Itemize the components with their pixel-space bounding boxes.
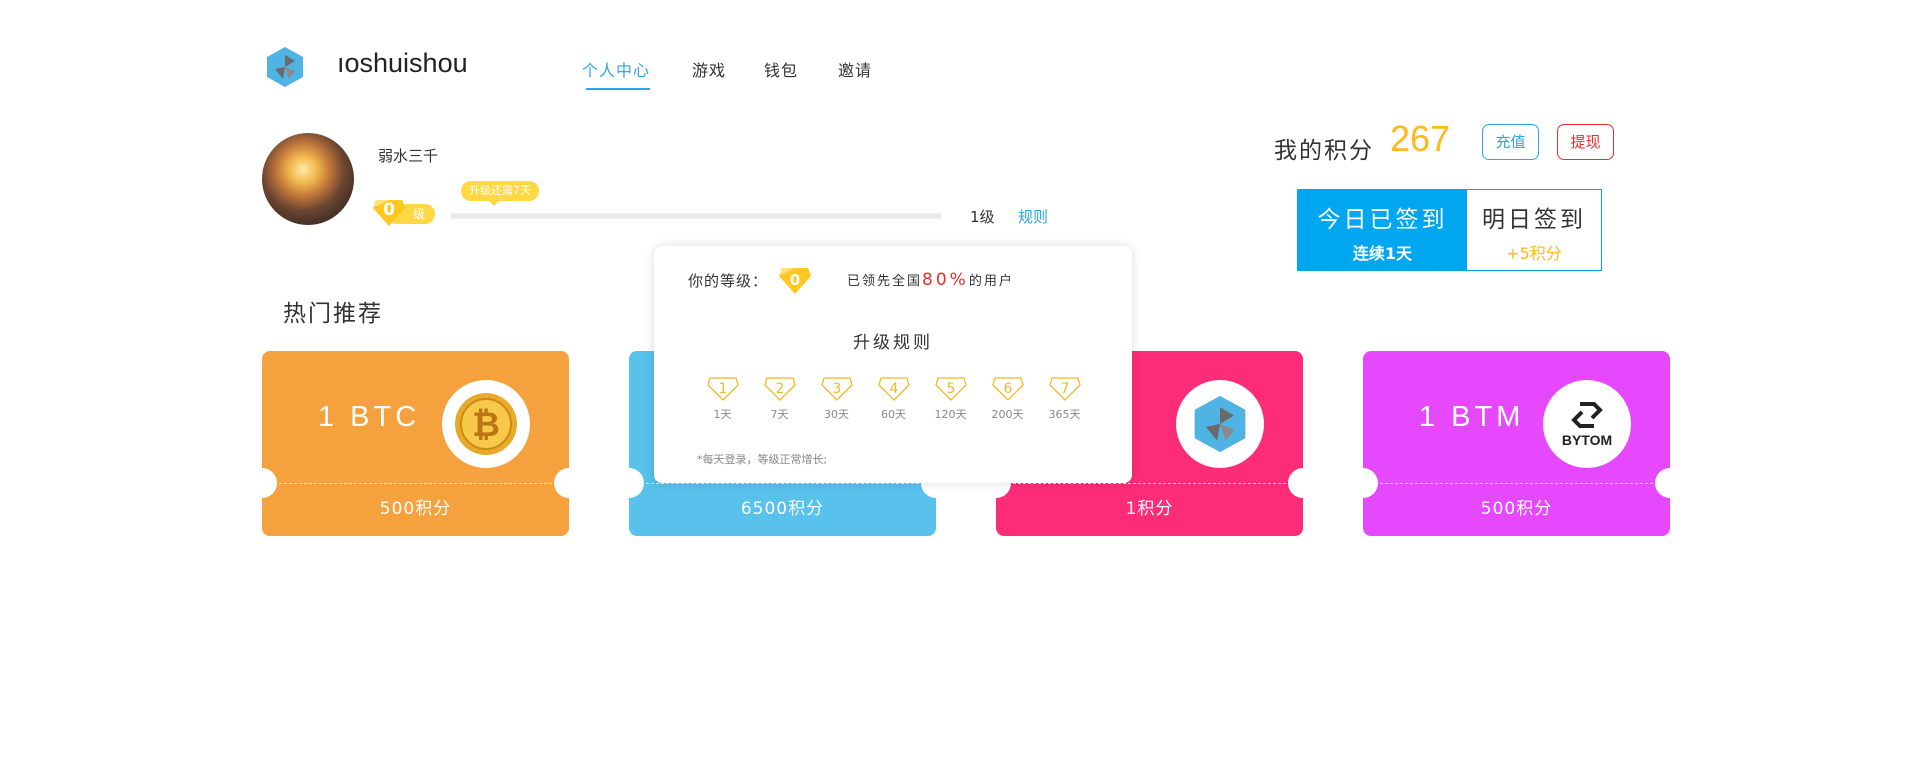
card-price: 500积分 xyxy=(1480,499,1553,519)
app-logo-icon xyxy=(1176,380,1264,468)
signin-tomorrow[interactable]: 明日签到 +5积分 xyxy=(1467,190,1601,270)
level-diamond-outline-icon: 2 xyxy=(763,377,796,401)
points-value: 267 xyxy=(1390,118,1451,159)
lead-suffix: 的用户 xyxy=(968,274,1014,289)
reward-card-btm[interactable]: 1 BTM BYTOM 500积分 xyxy=(1363,351,1670,536)
level-days: 30天 xyxy=(824,408,849,421)
level-number: 4 xyxy=(889,381,898,397)
app-logo-icon[interactable] xyxy=(263,45,307,89)
level-diamond-outline-icon: 4 xyxy=(877,377,910,401)
level-diamond-outline-icon: 5 xyxy=(934,377,967,401)
bytom-logo-text: BYTOM xyxy=(1561,432,1613,448)
card-price: 500积分 xyxy=(379,499,452,519)
username: 弱水三千 xyxy=(378,147,439,165)
reward-card-btc[interactable]: 1 BTC ₿ 500积分 xyxy=(262,351,569,536)
points-label: 我的积分 xyxy=(1274,138,1374,164)
coin-title: 1 BTM xyxy=(1419,401,1525,433)
card-price: 1积分 xyxy=(1125,499,1174,519)
level-days: 1天 xyxy=(713,408,732,421)
level-list: 1 1天 2 7天 3 30天 4 60天 5 120天 6 200天 7 365天 xyxy=(694,376,1093,422)
signin-tomorrow-reward: +5积分 xyxy=(1506,244,1562,263)
level-note: *每天登录，等级正常增长; xyxy=(697,453,828,466)
nav-personal-center[interactable]: 个人中心 xyxy=(582,57,651,90)
level-days: 365天 xyxy=(1048,408,1081,421)
signin-panel: 今日已签到 连续1天 明日签到 +5积分 xyxy=(1297,189,1602,271)
coin-title: 1 BTC xyxy=(318,401,421,433)
card-divider xyxy=(641,483,924,484)
level-diamond-outline-icon: 3 xyxy=(820,377,853,401)
your-level-label: 你的等级： xyxy=(688,272,769,290)
signin-tomorrow-title: 明日签到 xyxy=(1482,207,1586,233)
avatar[interactable] xyxy=(262,133,354,225)
level-number: 3 xyxy=(832,381,841,397)
main-nav: 个人中心 游戏 钱包 邀请 xyxy=(582,57,910,90)
level-item: 3 30天 xyxy=(808,376,865,422)
level-number: 6 xyxy=(1003,381,1012,397)
level-diamond-outline-icon: 6 xyxy=(991,377,1024,401)
card-divider xyxy=(1008,483,1291,484)
lead-text: 已领先全国80%的用户 xyxy=(847,270,1014,290)
level-rules-popup: 你的等级： 0 已领先全国80%的用户 升级规则 1 1天 2 7天 3 30天 4 60天 5… xyxy=(654,246,1132,483)
level-item: 4 60天 xyxy=(865,376,922,422)
level-number: 1 xyxy=(718,381,727,397)
level-item: 2 7天 xyxy=(751,376,808,422)
signin-today[interactable]: 今日已签到 连续1天 xyxy=(1298,190,1467,270)
bytom-icon: BYTOM xyxy=(1543,380,1631,468)
nav-invite[interactable]: 邀请 xyxy=(838,57,872,81)
rules-link[interactable]: 规则 xyxy=(1018,206,1048,227)
recharge-button[interactable]: 充值 xyxy=(1482,124,1539,160)
level-number: 5 xyxy=(946,381,955,397)
level-item: 6 200天 xyxy=(979,376,1036,422)
card-price: 6500积分 xyxy=(740,499,825,519)
level-number: 7 xyxy=(1060,381,1069,397)
level-progress-bar xyxy=(450,213,942,219)
popup-level-number: 0 xyxy=(790,271,800,289)
hot-title: 热门推荐 xyxy=(283,301,383,327)
level-days: 200天 xyxy=(991,408,1024,421)
lead-percent: 80% xyxy=(922,270,969,290)
level-diamond-icon: 0 xyxy=(779,268,811,294)
card-divider xyxy=(274,483,557,484)
bitcoin-icon: ₿ xyxy=(442,380,530,468)
card-divider xyxy=(1375,483,1658,484)
level-days: 120天 xyxy=(934,408,967,421)
level-diamond-outline-icon: 1 xyxy=(706,377,739,401)
level-days: 7天 xyxy=(770,408,789,421)
svg-text:₿: ₿ xyxy=(472,405,500,445)
level-item: 5 120天 xyxy=(922,376,979,422)
logo-text[interactable]: ıoshuishou xyxy=(337,48,468,79)
level-number: 0 xyxy=(383,200,395,220)
level-item: 1 1天 xyxy=(694,376,751,422)
nav-wallet[interactable]: 钱包 xyxy=(764,57,798,81)
level-days: 60天 xyxy=(881,408,906,421)
signin-today-title: 今日已签到 xyxy=(1317,207,1448,233)
upgrade-tooltip: 升级还需7天 xyxy=(461,181,539,206)
level-item: 7 365天 xyxy=(1036,376,1093,422)
withdraw-button[interactable]: 提现 xyxy=(1557,124,1614,160)
nav-games[interactable]: 游戏 xyxy=(692,57,726,81)
level-number: 2 xyxy=(775,381,784,397)
signin-streak: 连续1天 xyxy=(1352,244,1413,263)
upgrade-rules-title: 升级规则 xyxy=(853,333,933,353)
level-diamond-outline-icon: 7 xyxy=(1048,377,1081,401)
lead-prefix: 已领先全国 xyxy=(847,274,923,289)
next-level-label: 1级 xyxy=(970,208,995,226)
